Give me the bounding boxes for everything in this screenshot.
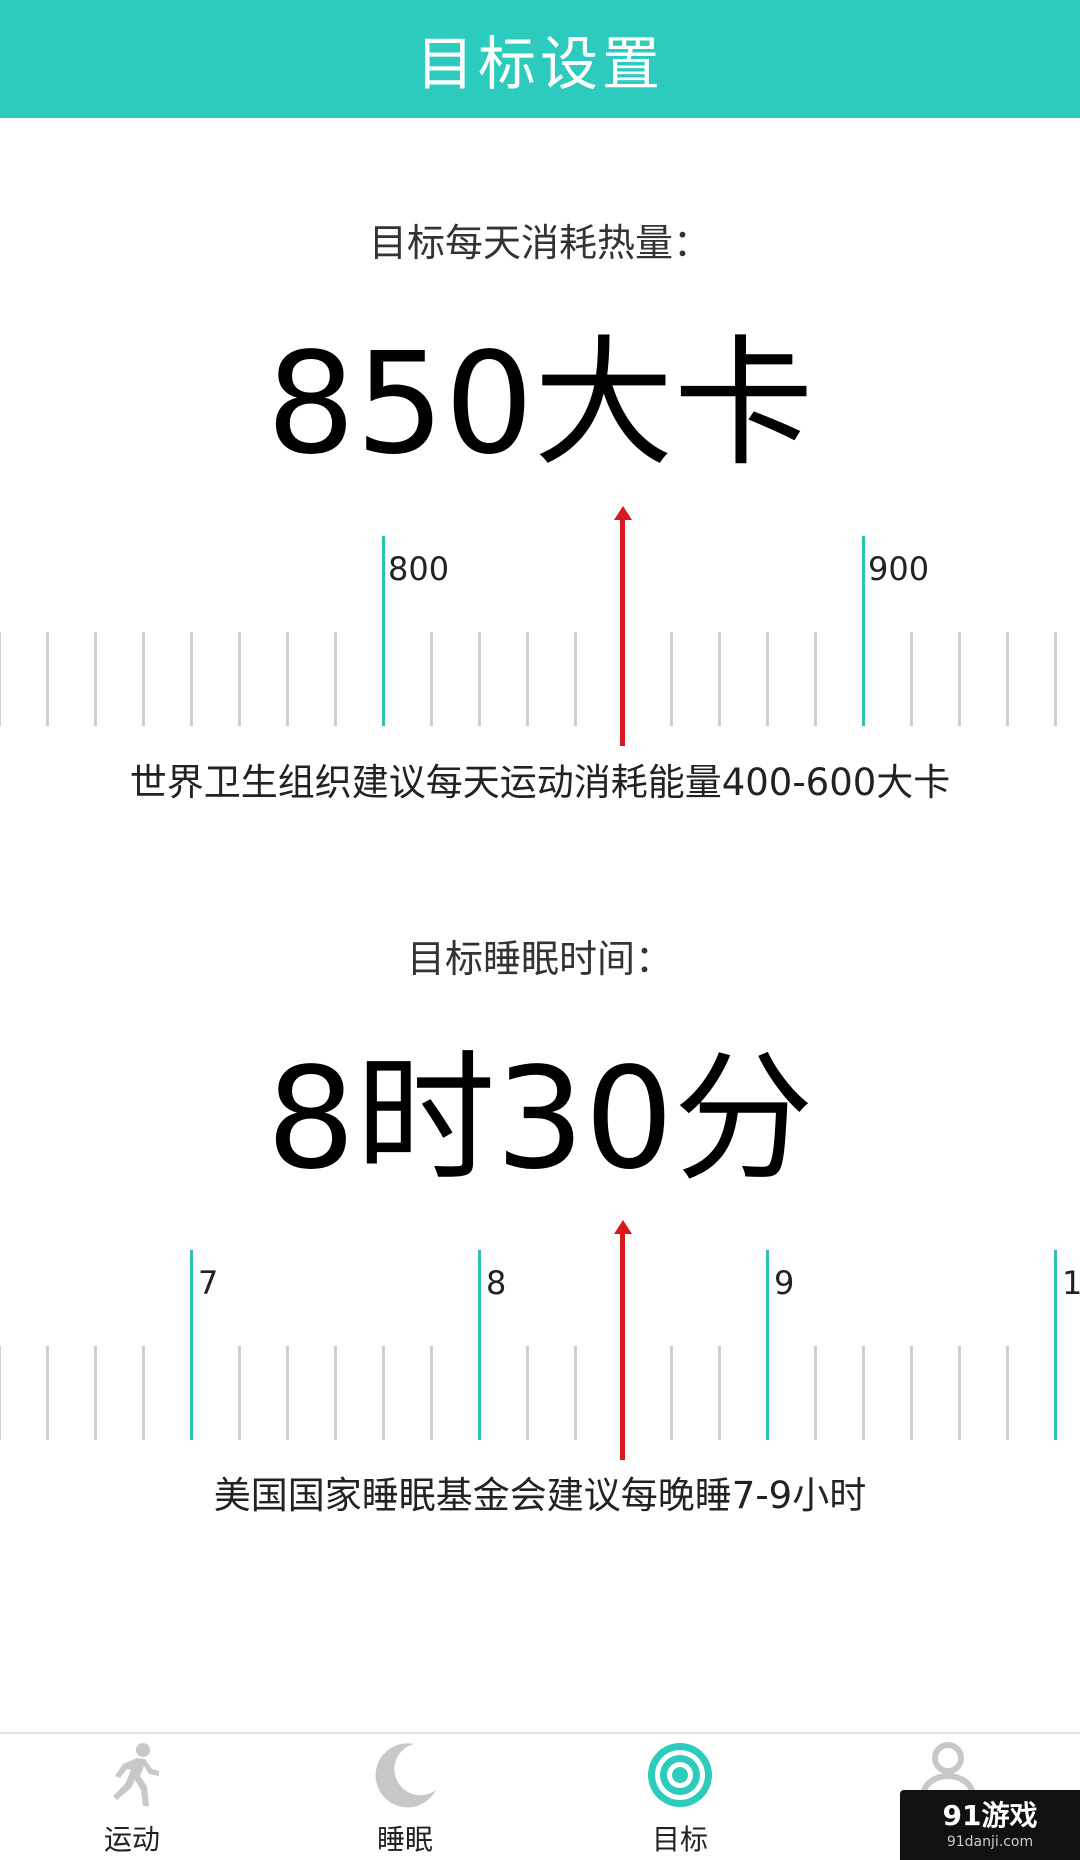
ruler-tick-label: 800	[388, 550, 450, 588]
tab-label: 睡眠	[376, 1823, 433, 1856]
ruler-major-tick	[766, 1250, 769, 1440]
calorie-advice: 世界卫生组织建议每天运动消耗能量400-600大卡	[129, 761, 951, 804]
ruler-minor-tick	[670, 632, 673, 726]
ruler-minor-tick	[910, 632, 913, 726]
watermark-logo: 91游戏	[942, 1799, 1038, 1832]
ruler-minor-tick	[526, 632, 529, 726]
ruler-tick-label: 1	[1062, 1264, 1080, 1302]
ruler-minor-tick	[190, 632, 193, 726]
ruler-minor-tick	[238, 1346, 241, 1440]
ruler-minor-tick	[766, 632, 769, 726]
ruler-pointer-line	[620, 518, 625, 746]
ruler-pointer-arrow	[613, 506, 632, 520]
app-screen: 目标设置 目标每天消耗热量： 850大卡 800 900 世界卫生组织建议每天运…	[0, 0, 1080, 1860]
ruler-minor-tick	[718, 632, 721, 726]
ruler-minor-tick	[478, 632, 481, 726]
ruler-minor-tick	[382, 1346, 385, 1440]
calorie-ruler-slider[interactable]: 800 900	[0, 500, 1080, 746]
ruler-minor-tick	[574, 632, 577, 726]
ruler-minor-tick	[0, 632, 1, 726]
ruler-minor-tick	[0, 1346, 1, 1440]
ruler-minor-tick	[286, 1346, 289, 1440]
running-icon	[113, 1743, 159, 1806]
tab-exercise[interactable]: 运动	[62, 1734, 202, 1860]
ruler-minor-tick	[574, 1346, 577, 1440]
tab-label: 运动	[103, 1823, 160, 1856]
ruler-major-tick	[382, 536, 385, 726]
ruler-minor-tick	[334, 1346, 337, 1440]
page-title: 目标设置	[415, 30, 664, 98]
ruler-tick-label: 7	[198, 1264, 219, 1302]
ruler-tick-label: 900	[868, 550, 930, 588]
tab-label: 目标	[651, 1823, 708, 1856]
ruler-minor-tick	[94, 632, 97, 726]
ruler-minor-tick	[910, 1346, 913, 1440]
ruler-minor-tick	[94, 1346, 97, 1440]
ruler-minor-tick	[46, 632, 49, 726]
ruler-major-tick	[862, 536, 865, 726]
ruler-minor-tick	[286, 632, 289, 726]
ruler-pointer-arrow	[613, 1220, 632, 1234]
ruler-minor-tick	[334, 632, 337, 726]
ruler-tick-label: 8	[486, 1264, 507, 1302]
ruler-minor-tick	[958, 1346, 961, 1440]
ruler-minor-tick	[1054, 632, 1057, 726]
ruler-minor-tick	[430, 632, 433, 726]
ruler-minor-tick	[430, 1346, 433, 1440]
moon-icon	[375, 1743, 436, 1808]
ruler-minor-tick	[814, 632, 817, 726]
tab-goal[interactable]: 目标	[610, 1734, 750, 1860]
sleep-ruler-slider[interactable]: 7 8 9 1	[0, 1214, 1080, 1460]
watermark-url: 91danji.com	[946, 1834, 1034, 1850]
sleep-value: 8时30分	[266, 1038, 814, 1201]
ruler-minor-tick	[526, 1346, 529, 1440]
sleep-label: 目标睡眠时间：	[406, 937, 673, 981]
ruler-minor-tick	[718, 1346, 721, 1440]
ruler-minor-tick	[238, 632, 241, 726]
ruler-minor-tick	[46, 1346, 49, 1440]
sleep-advice: 美国国家睡眠基金会建议每晚睡7-9小时	[213, 1474, 867, 1517]
ruler-tick-label: 9	[774, 1264, 795, 1302]
ruler-minor-tick	[142, 632, 145, 726]
ruler-major-tick	[190, 1250, 193, 1440]
ruler-minor-tick	[142, 1346, 145, 1440]
ruler-minor-tick	[1006, 632, 1009, 726]
ruler-major-tick	[478, 1250, 481, 1440]
target-icon	[648, 1743, 712, 1807]
ruler-pointer-line	[620, 1232, 625, 1460]
ruler-minor-tick	[814, 1346, 817, 1440]
ruler-minor-tick	[1006, 1346, 1009, 1440]
ruler-minor-tick	[958, 632, 961, 726]
tab-sleep[interactable]: 睡眠	[335, 1734, 475, 1860]
page-header: 目标设置	[0, 0, 1080, 118]
ruler-major-tick	[1054, 1250, 1057, 1440]
ruler-minor-tick	[670, 1346, 673, 1440]
watermark-badge: 91游戏 91danji.com	[900, 1790, 1080, 1860]
calorie-label: 目标每天消耗热量：	[368, 221, 711, 265]
calorie-value: 850大卡	[266, 323, 814, 486]
ruler-minor-tick	[862, 1346, 865, 1440]
